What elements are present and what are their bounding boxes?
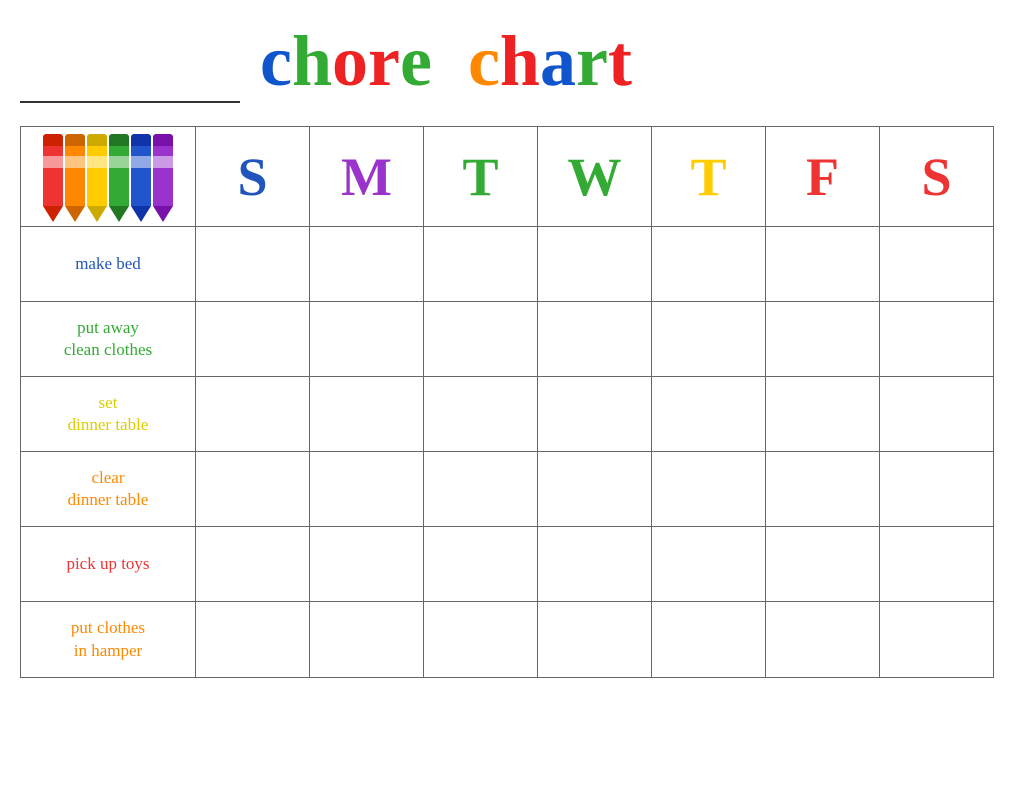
cell-4-thu bbox=[652, 452, 766, 526]
days-grid: S M T W T F S bbox=[196, 127, 993, 677]
day-header-sun: S bbox=[196, 127, 310, 226]
cell-2-sun bbox=[196, 302, 310, 376]
cell-5-mon bbox=[310, 527, 424, 601]
cell-2-fri bbox=[766, 302, 880, 376]
header: c h o r e c h a r t bbox=[20, 20, 994, 108]
chore-set-dinner-table: setdinner table bbox=[21, 377, 195, 452]
page: c h o r e c h a r t bbox=[0, 0, 1024, 791]
chore-label-clear-dinner: cleardinner table bbox=[68, 467, 149, 511]
cell-4-fri bbox=[766, 452, 880, 526]
cell-2-mon bbox=[310, 302, 424, 376]
chore-row-3 bbox=[196, 377, 993, 452]
cell-6-tue bbox=[424, 602, 538, 677]
chore-label-pick-toys: pick up toys bbox=[66, 553, 149, 575]
chore-label-put-away: put awayclean clothes bbox=[64, 317, 152, 361]
cell-3-fri bbox=[766, 377, 880, 451]
chore-clear-dinner-table: cleardinner table bbox=[21, 452, 195, 527]
chore-put-clothes-hamper: put clothesin hamper bbox=[21, 602, 195, 677]
cell-5-sun bbox=[196, 527, 310, 601]
days-header-row: S M T W T F S bbox=[196, 127, 993, 227]
title-letter-c2: c bbox=[468, 20, 500, 103]
cell-4-sun bbox=[196, 452, 310, 526]
title-letter-r: r bbox=[368, 20, 400, 103]
page-title: c h o r e c h a r t bbox=[260, 20, 632, 103]
day-header-fri: F bbox=[766, 127, 880, 226]
cell-3-mon bbox=[310, 377, 424, 451]
cell-6-wed bbox=[538, 602, 652, 677]
chore-row-5 bbox=[196, 527, 993, 602]
day-header-tue: T bbox=[424, 127, 538, 226]
cell-3-sat bbox=[880, 377, 993, 451]
cell-5-tue bbox=[424, 527, 538, 601]
day-header-wed: W bbox=[538, 127, 652, 226]
cell-4-wed bbox=[538, 452, 652, 526]
crayons-header bbox=[21, 127, 195, 227]
cell-2-thu bbox=[652, 302, 766, 376]
chore-put-away-clothes: put awayclean clothes bbox=[21, 302, 195, 377]
title-letter-e: e bbox=[400, 20, 432, 103]
cell-3-sun bbox=[196, 377, 310, 451]
cell-1-sat bbox=[880, 227, 993, 301]
chore-row-2 bbox=[196, 302, 993, 377]
chore-label-make-bed: make bed bbox=[75, 253, 141, 275]
crayons bbox=[37, 129, 179, 227]
title-letter-a: a bbox=[540, 20, 576, 103]
title-letter-h2: h bbox=[500, 20, 540, 103]
chore-row-4 bbox=[196, 452, 993, 527]
title-letter-c: c bbox=[260, 20, 292, 103]
cell-6-mon bbox=[310, 602, 424, 677]
cell-4-mon bbox=[310, 452, 424, 526]
cell-4-tue bbox=[424, 452, 538, 526]
cell-2-wed bbox=[538, 302, 652, 376]
cell-3-thu bbox=[652, 377, 766, 451]
cell-3-wed bbox=[538, 377, 652, 451]
title-letter-o: o bbox=[332, 20, 368, 103]
chore-make-bed: make bed bbox=[21, 227, 195, 302]
title-letter-t: t bbox=[608, 20, 632, 103]
chores-column: make bed put awayclean clothes setdinner… bbox=[21, 127, 196, 677]
cell-1-mon bbox=[310, 227, 424, 301]
cell-6-fri bbox=[766, 602, 880, 677]
chore-pick-up-toys: pick up toys bbox=[21, 527, 195, 602]
chore-label-set-dinner: setdinner table bbox=[68, 392, 149, 436]
cell-6-thu bbox=[652, 602, 766, 677]
cell-6-sun bbox=[196, 602, 310, 677]
day-header-thu: T bbox=[652, 127, 766, 226]
title-letter-h: h bbox=[292, 20, 332, 103]
chore-label-hamper: put clothesin hamper bbox=[71, 617, 145, 661]
day-header-mon: M bbox=[310, 127, 424, 226]
chore-row-1 bbox=[196, 227, 993, 302]
cell-1-fri bbox=[766, 227, 880, 301]
cell-5-sat bbox=[880, 527, 993, 601]
cell-2-tue bbox=[424, 302, 538, 376]
cell-5-thu bbox=[652, 527, 766, 601]
cell-5-wed bbox=[538, 527, 652, 601]
name-line bbox=[20, 73, 240, 103]
cell-6-sat bbox=[880, 602, 993, 677]
chore-row-6 bbox=[196, 602, 993, 677]
chore-chart: make bed put awayclean clothes setdinner… bbox=[20, 126, 994, 678]
cell-4-sat bbox=[880, 452, 993, 526]
title-letter-r2: r bbox=[576, 20, 608, 103]
cell-5-fri bbox=[766, 527, 880, 601]
cell-1-thu bbox=[652, 227, 766, 301]
cell-1-wed bbox=[538, 227, 652, 301]
cell-2-sat bbox=[880, 302, 993, 376]
cell-3-tue bbox=[424, 377, 538, 451]
cell-1-sun bbox=[196, 227, 310, 301]
day-header-sat: S bbox=[880, 127, 993, 226]
cell-1-tue bbox=[424, 227, 538, 301]
